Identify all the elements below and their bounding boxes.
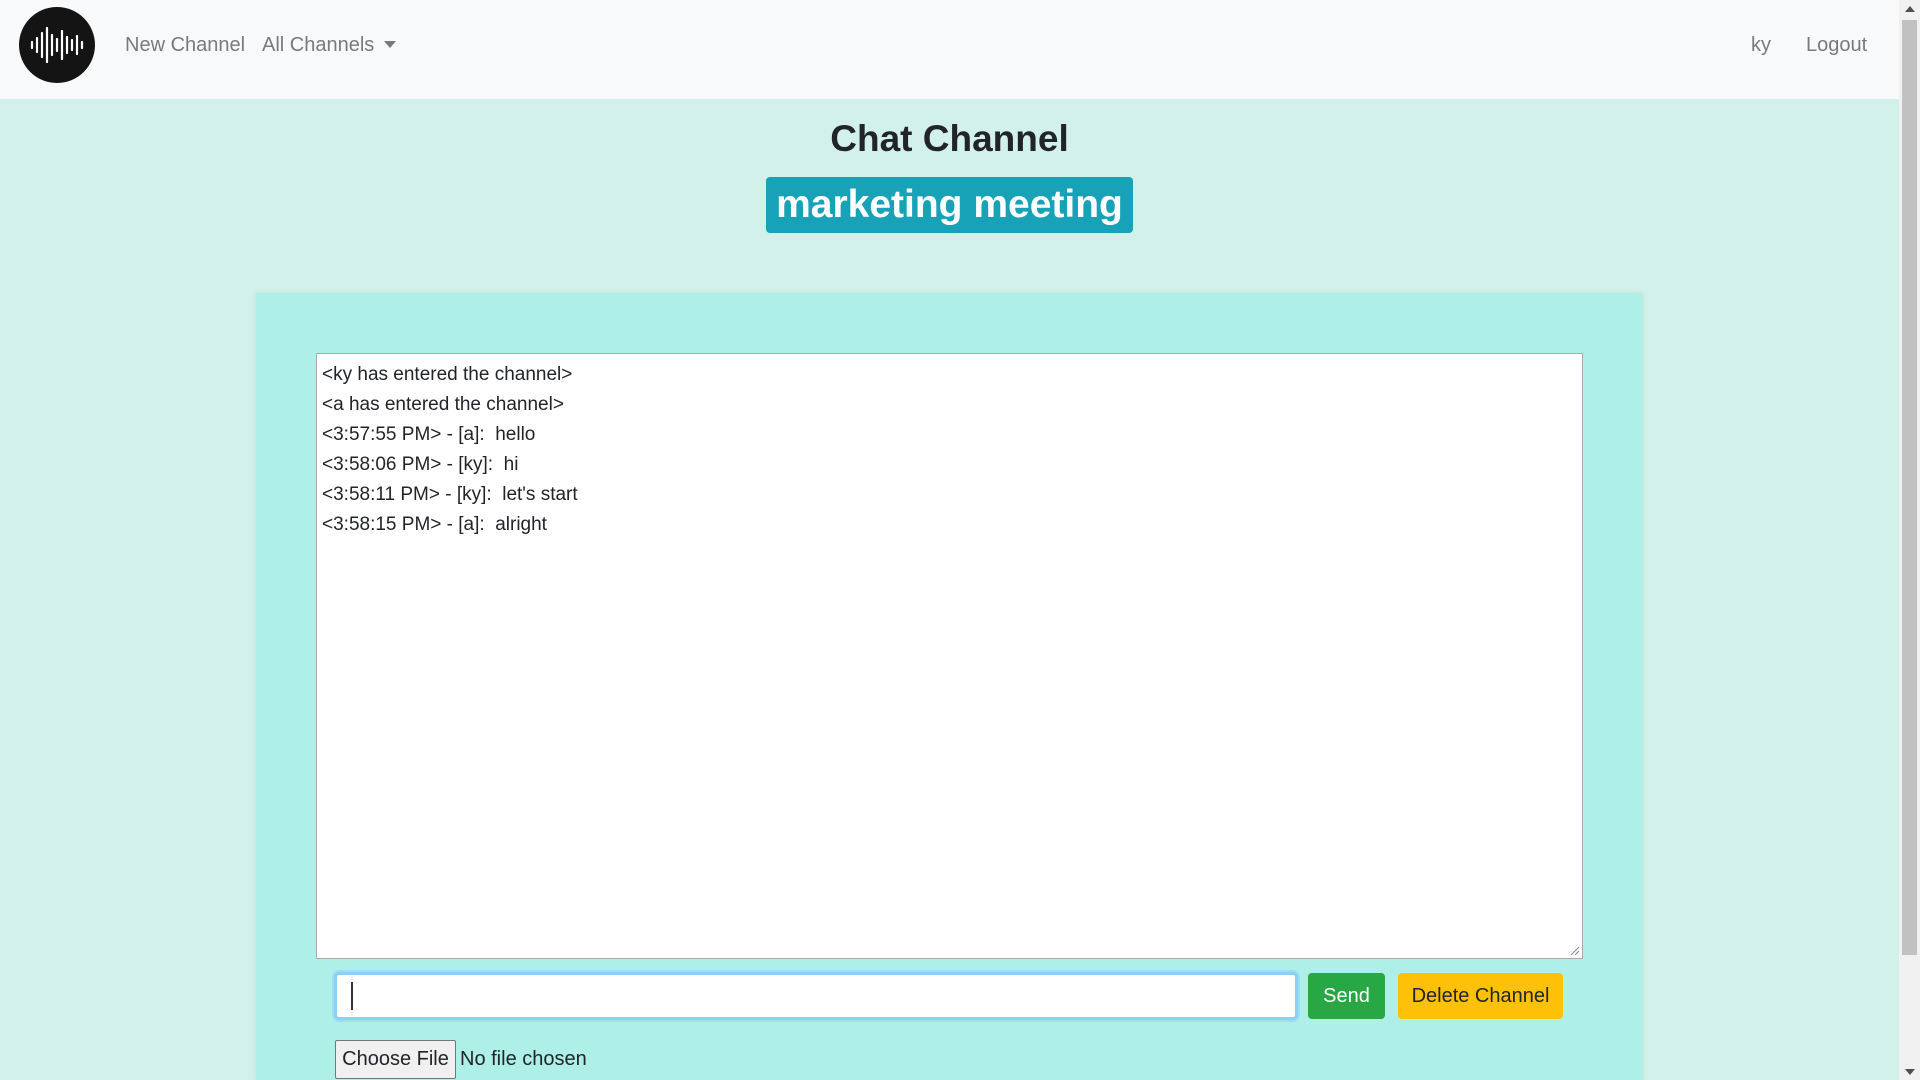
chat-message: <a has entered the channel> <box>322 394 564 415</box>
logout-link[interactable]: Logout <box>1806 34 1867 57</box>
scroll-up-icon[interactable] <box>1899 0 1920 17</box>
chat-message: <3:58:06 PM> - [ky]: hi <box>322 454 519 475</box>
navbar: New Channel All Channels ky Logout <box>0 0 1899 99</box>
all-channels-dropdown[interactable]: All Channels <box>262 34 397 57</box>
all-channels-label: All Channels <box>262 34 375 56</box>
message-input[interactable] <box>334 972 1298 1020</box>
channel-name-badge: marketing meeting <box>766 177 1133 233</box>
chat-message: <ky has entered the channel> <box>322 364 573 385</box>
chat-log[interactable]: <ky has entered the channel> <a has ente… <box>316 353 1583 959</box>
scrollbar-thumb[interactable] <box>1902 20 1917 955</box>
logo-waveform <box>30 26 84 64</box>
chat-message: <3:57:55 PM> - [a]: hello <box>322 424 536 445</box>
file-status-text: No file chosen <box>460 1048 587 1070</box>
page-title: Chat Channel <box>830 118 1069 159</box>
text-cursor <box>351 982 353 1010</box>
chat-panel: <ky has entered the channel> <a has ente… <box>256 293 1643 1080</box>
chat-message: <3:58:11 PM> - [ky]: let's start <box>322 484 578 505</box>
scroll-down-icon[interactable] <box>1899 1063 1920 1080</box>
resize-handle-icon[interactable] <box>1570 946 1580 956</box>
username-link[interactable]: ky <box>1751 34 1771 57</box>
delete-channel-button[interactable]: Delete Channel <box>1398 973 1563 1019</box>
send-button[interactable]: Send <box>1308 973 1385 1019</box>
choose-file-button[interactable]: Choose File <box>335 1040 456 1079</box>
new-channel-link[interactable]: New Channel <box>125 34 245 57</box>
chat-message: <3:58:15 PM> - [a]: alright <box>322 514 547 535</box>
page-scrollbar[interactable] <box>1899 0 1920 1080</box>
caret-down-icon <box>384 41 397 48</box>
sound-wave-icon[interactable] <box>19 7 95 83</box>
